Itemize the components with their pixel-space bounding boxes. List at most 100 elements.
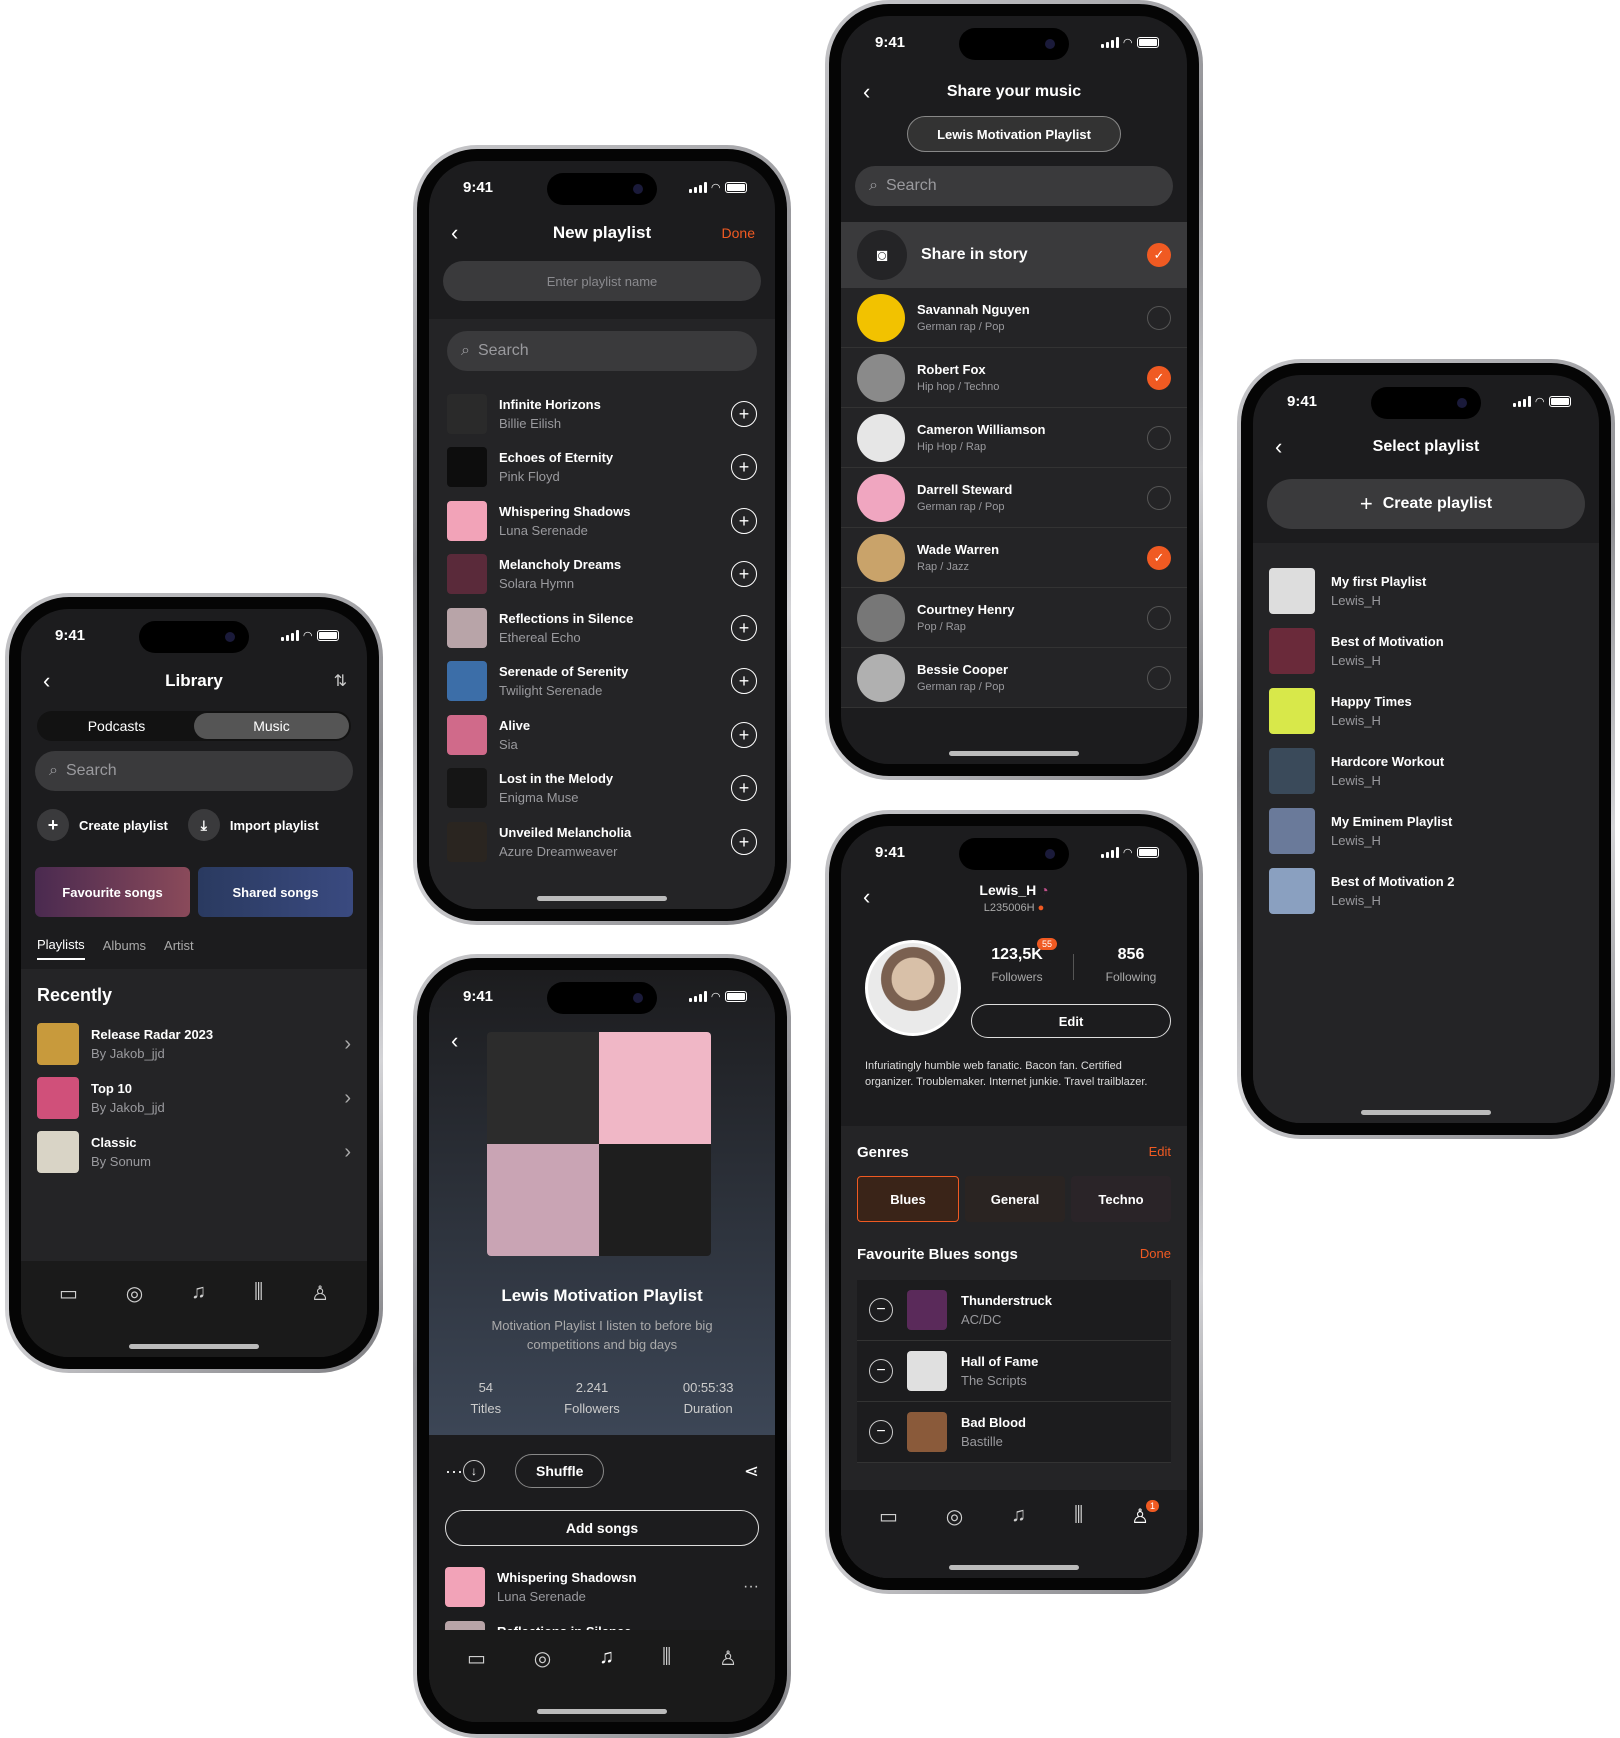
add-songs-button[interactable]: Add songs: [445, 1510, 759, 1546]
create-playlist-button[interactable]: + Create playlist: [1267, 479, 1585, 529]
share-in-story-row[interactable]: ◙ Share in story ✓: [841, 222, 1187, 288]
favourite-done-button[interactable]: Done: [1140, 1246, 1171, 1261]
person-row[interactable]: Courtney Henry Pop / Rap: [841, 588, 1187, 648]
playlist-chip[interactable]: Lewis Motivation Playlist: [907, 116, 1121, 152]
cover-art-3: [487, 1144, 599, 1256]
download-icon[interactable]: ↓: [462, 1460, 485, 1482]
person-row[interactable]: Savannah Nguyen German rap / Pop: [841, 288, 1187, 348]
remove-icon[interactable]: −: [869, 1420, 893, 1444]
playlist-row[interactable]: Happy Times Lewis_H: [1269, 681, 1583, 741]
person-row[interactable]: Darrell Steward German rap / Pop: [841, 468, 1187, 528]
unchecked-circle-icon[interactable]: [1147, 665, 1171, 690]
person-row[interactable]: Robert Fox Hip hop / Techno ✓: [841, 348, 1187, 408]
select-screen: 9:41 ◠ ‹ Select playlist + Create playlis…: [1253, 375, 1599, 1123]
sort-icon[interactable]: ⇅: [334, 671, 347, 691]
dynamic-island: [139, 621, 249, 653]
favourite-song-row[interactable]: − Thunderstruck AC/DC: [857, 1280, 1171, 1341]
person-row[interactable]: Bessie Cooper German rap / Pop: [841, 648, 1187, 708]
shuffle-button[interactable]: Shuffle: [514, 1454, 605, 1488]
search-input[interactable]: ⌕ Search: [35, 751, 353, 791]
tab-albums[interactable]: Albums: [103, 938, 146, 959]
chat-icon[interactable]: ▭: [59, 1281, 78, 1357]
profile-icon[interactable]: ♙ 1: [1131, 1500, 1159, 1578]
create-playlist-button[interactable]: Create playlist: [79, 818, 168, 833]
playlist-row[interactable]: Best of Motivation Lewis_H: [1269, 621, 1583, 681]
share-icon[interactable]: ⋖: [744, 1461, 759, 1482]
done-button[interactable]: Done: [722, 225, 755, 241]
genre-chip[interactable]: Techno: [1071, 1176, 1171, 1222]
song-row[interactable]: Echoes of Eternity Pink Floyd +: [447, 441, 757, 495]
shared-songs-card[interactable]: Shared songs: [198, 867, 353, 917]
playlist-row[interactable]: Hardcore Workout Lewis_H: [1269, 741, 1583, 801]
unchecked-circle-icon[interactable]: [1147, 605, 1171, 630]
song-row[interactable]: Lost in the Melody Enigma Muse +: [447, 762, 757, 816]
person-row[interactable]: Wade Warren Rap / Jazz ✓: [841, 528, 1187, 588]
back-icon[interactable]: ‹: [451, 1028, 458, 1054]
favourite-songs-card[interactable]: Favourite songs: [35, 867, 190, 917]
unchecked-circle-icon[interactable]: [1147, 305, 1171, 330]
song-row[interactable]: Reflections in Silence Ethereal Echo +: [447, 601, 757, 655]
song-row[interactable]: Whispering Shadowsn Luna Serenade ···: [445, 1560, 759, 1614]
remove-icon[interactable]: −: [869, 1359, 893, 1383]
favourite-song-row[interactable]: − Bad Blood Bastille: [857, 1402, 1171, 1463]
list-item[interactable]: Top 10 By Jakob_jjd ›: [37, 1071, 351, 1125]
playlist-row[interactable]: My first Playlist Lewis_H: [1269, 561, 1583, 621]
remove-icon[interactable]: −: [869, 1298, 893, 1322]
genres-edit-button[interactable]: Edit: [1149, 1144, 1171, 1159]
list-item[interactable]: Release Radar 2023 By Jakob_jjd ›: [37, 1017, 351, 1071]
playlist-name-input[interactable]: Enter playlist name: [443, 261, 761, 301]
checkmark-icon[interactable]: ✓: [1147, 365, 1171, 390]
plus-icon[interactable]: +: [37, 809, 69, 841]
bezel: 9:41 ◠ ‹ Lewis Motivation Playlist Motiv…: [417, 958, 787, 1734]
add-icon[interactable]: +: [731, 400, 757, 427]
add-icon[interactable]: +: [731, 561, 757, 588]
phone-profile: 9:41 ◠ ‹ Lewis_H ◔ L235006H ● 55 123,5K …: [825, 810, 1203, 1594]
tab-artist[interactable]: Artist: [164, 938, 194, 959]
song-row[interactable]: Whispering Shadows Luna Serenade +: [447, 494, 757, 548]
import-playlist-button[interactable]: Import playlist: [230, 818, 319, 833]
favourite-song-row[interactable]: − Hall of Fame The Scripts: [857, 1341, 1171, 1402]
edit-profile-button[interactable]: Edit: [971, 1004, 1171, 1038]
add-icon[interactable]: +: [731, 454, 757, 481]
back-icon[interactable]: ‹: [863, 79, 870, 105]
song-row[interactable]: Infinite Horizons Billie Eilish +: [447, 387, 757, 441]
back-icon[interactable]: ‹: [43, 668, 50, 694]
add-icon[interactable]: +: [731, 721, 757, 748]
song-row[interactable]: Serenade of Serenity Twilight Serenade +: [447, 655, 757, 709]
search-input[interactable]: ⌕ Search: [447, 331, 757, 371]
chat-icon[interactable]: ▭: [879, 1504, 898, 1578]
unchecked-circle-icon[interactable]: [1147, 485, 1171, 510]
song-row[interactable]: Alive Sia +: [447, 708, 757, 762]
person-row[interactable]: Cameron Williamson Hip Hop / Rap: [841, 408, 1187, 468]
person-name: Bessie Cooper: [917, 662, 1009, 677]
add-icon[interactable]: +: [731, 614, 757, 641]
genre-chip[interactable]: Blues: [857, 1176, 959, 1222]
playlist-row[interactable]: Best of Motivation 2 Lewis_H: [1269, 861, 1583, 921]
chat-icon[interactable]: ▭: [467, 1646, 486, 1722]
import-icon[interactable]: ⤓: [187, 809, 220, 841]
unchecked-circle-icon[interactable]: [1147, 425, 1171, 450]
profile-icon[interactable]: ♙: [719, 1646, 737, 1722]
playlist-owner: Lewis_H: [1331, 713, 1381, 728]
tab-playlists[interactable]: Playlists: [37, 937, 85, 960]
genre-chip[interactable]: General: [965, 1176, 1065, 1222]
segment-music[interactable]: Music: [194, 713, 349, 739]
search-input[interactable]: ⌕ Search: [855, 166, 1173, 206]
more-icon[interactable]: ···: [743, 1578, 759, 1596]
person-genre: Hip Hop / Rap: [917, 441, 987, 453]
list-item[interactable]: Classic By Sonum ›: [37, 1125, 351, 1179]
back-icon[interactable]: ‹: [451, 220, 458, 246]
add-icon[interactable]: +: [731, 828, 757, 855]
segment-podcasts[interactable]: Podcasts: [39, 713, 194, 739]
back-icon[interactable]: ‹: [1275, 434, 1282, 460]
profile-icon[interactable]: ♙: [311, 1281, 329, 1357]
playlist-row[interactable]: My Eminem Playlist Lewis_H: [1269, 801, 1583, 861]
add-icon[interactable]: +: [731, 668, 757, 695]
more-icon[interactable]: ···: [445, 1461, 463, 1482]
add-icon[interactable]: +: [731, 507, 757, 534]
song-row[interactable]: Melancholy Dreams Solara Hymn +: [447, 548, 757, 602]
add-icon[interactable]: +: [731, 775, 757, 802]
checkmark-icon[interactable]: ✓: [1147, 243, 1171, 267]
checkmark-icon[interactable]: ✓: [1147, 545, 1171, 570]
song-row[interactable]: Unveiled Melancholia Azure Dreamweaver +: [447, 815, 757, 869]
